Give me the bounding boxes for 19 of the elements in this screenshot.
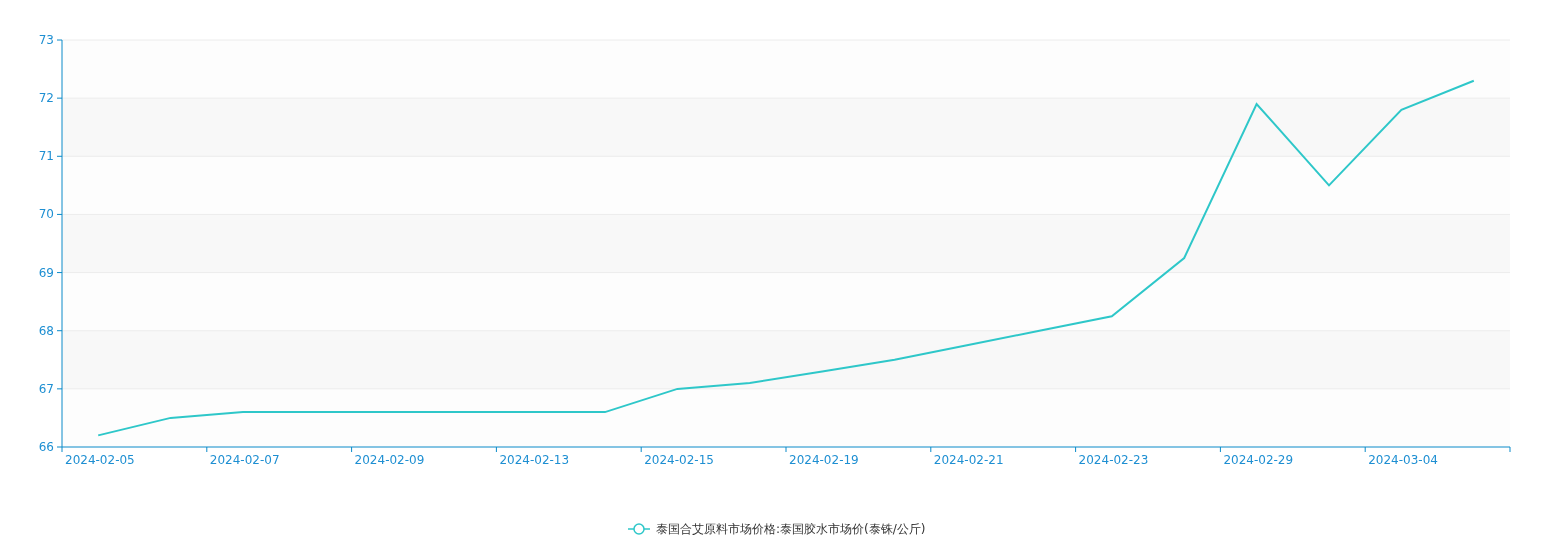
axis-label: 2024-02-15: [644, 453, 714, 467]
axis-label: 2024-02-13: [499, 453, 570, 467]
axis-label: 2024-02-07: [209, 453, 280, 467]
axis-label: 68: [38, 323, 54, 338]
axis-label: 2024-02-05: [65, 453, 135, 467]
axis-label: 67: [38, 381, 54, 396]
axis-label: 2024-02-21: [933, 453, 1004, 467]
axis-label: 2024-02-29: [1223, 453, 1294, 467]
axis-label: 69: [38, 265, 54, 280]
axis-label: 66: [38, 440, 54, 454]
axis-label: 2024-02-23: [1078, 453, 1149, 467]
axis-label: 71: [38, 149, 54, 164]
axis-label: 73: [38, 33, 54, 47]
axis-label: 2024-02-19: [789, 453, 859, 467]
legend-label[interactable]: 泰国合艾原料市场价格:泰国胶水市场价(泰铢/公斤): [656, 522, 926, 536]
axis-label: 2024-03-04: [1368, 453, 1438, 467]
axis-label: 70: [38, 207, 54, 222]
axis-label: 72: [38, 91, 54, 106]
axis-label: 2024-02-09: [354, 453, 425, 467]
